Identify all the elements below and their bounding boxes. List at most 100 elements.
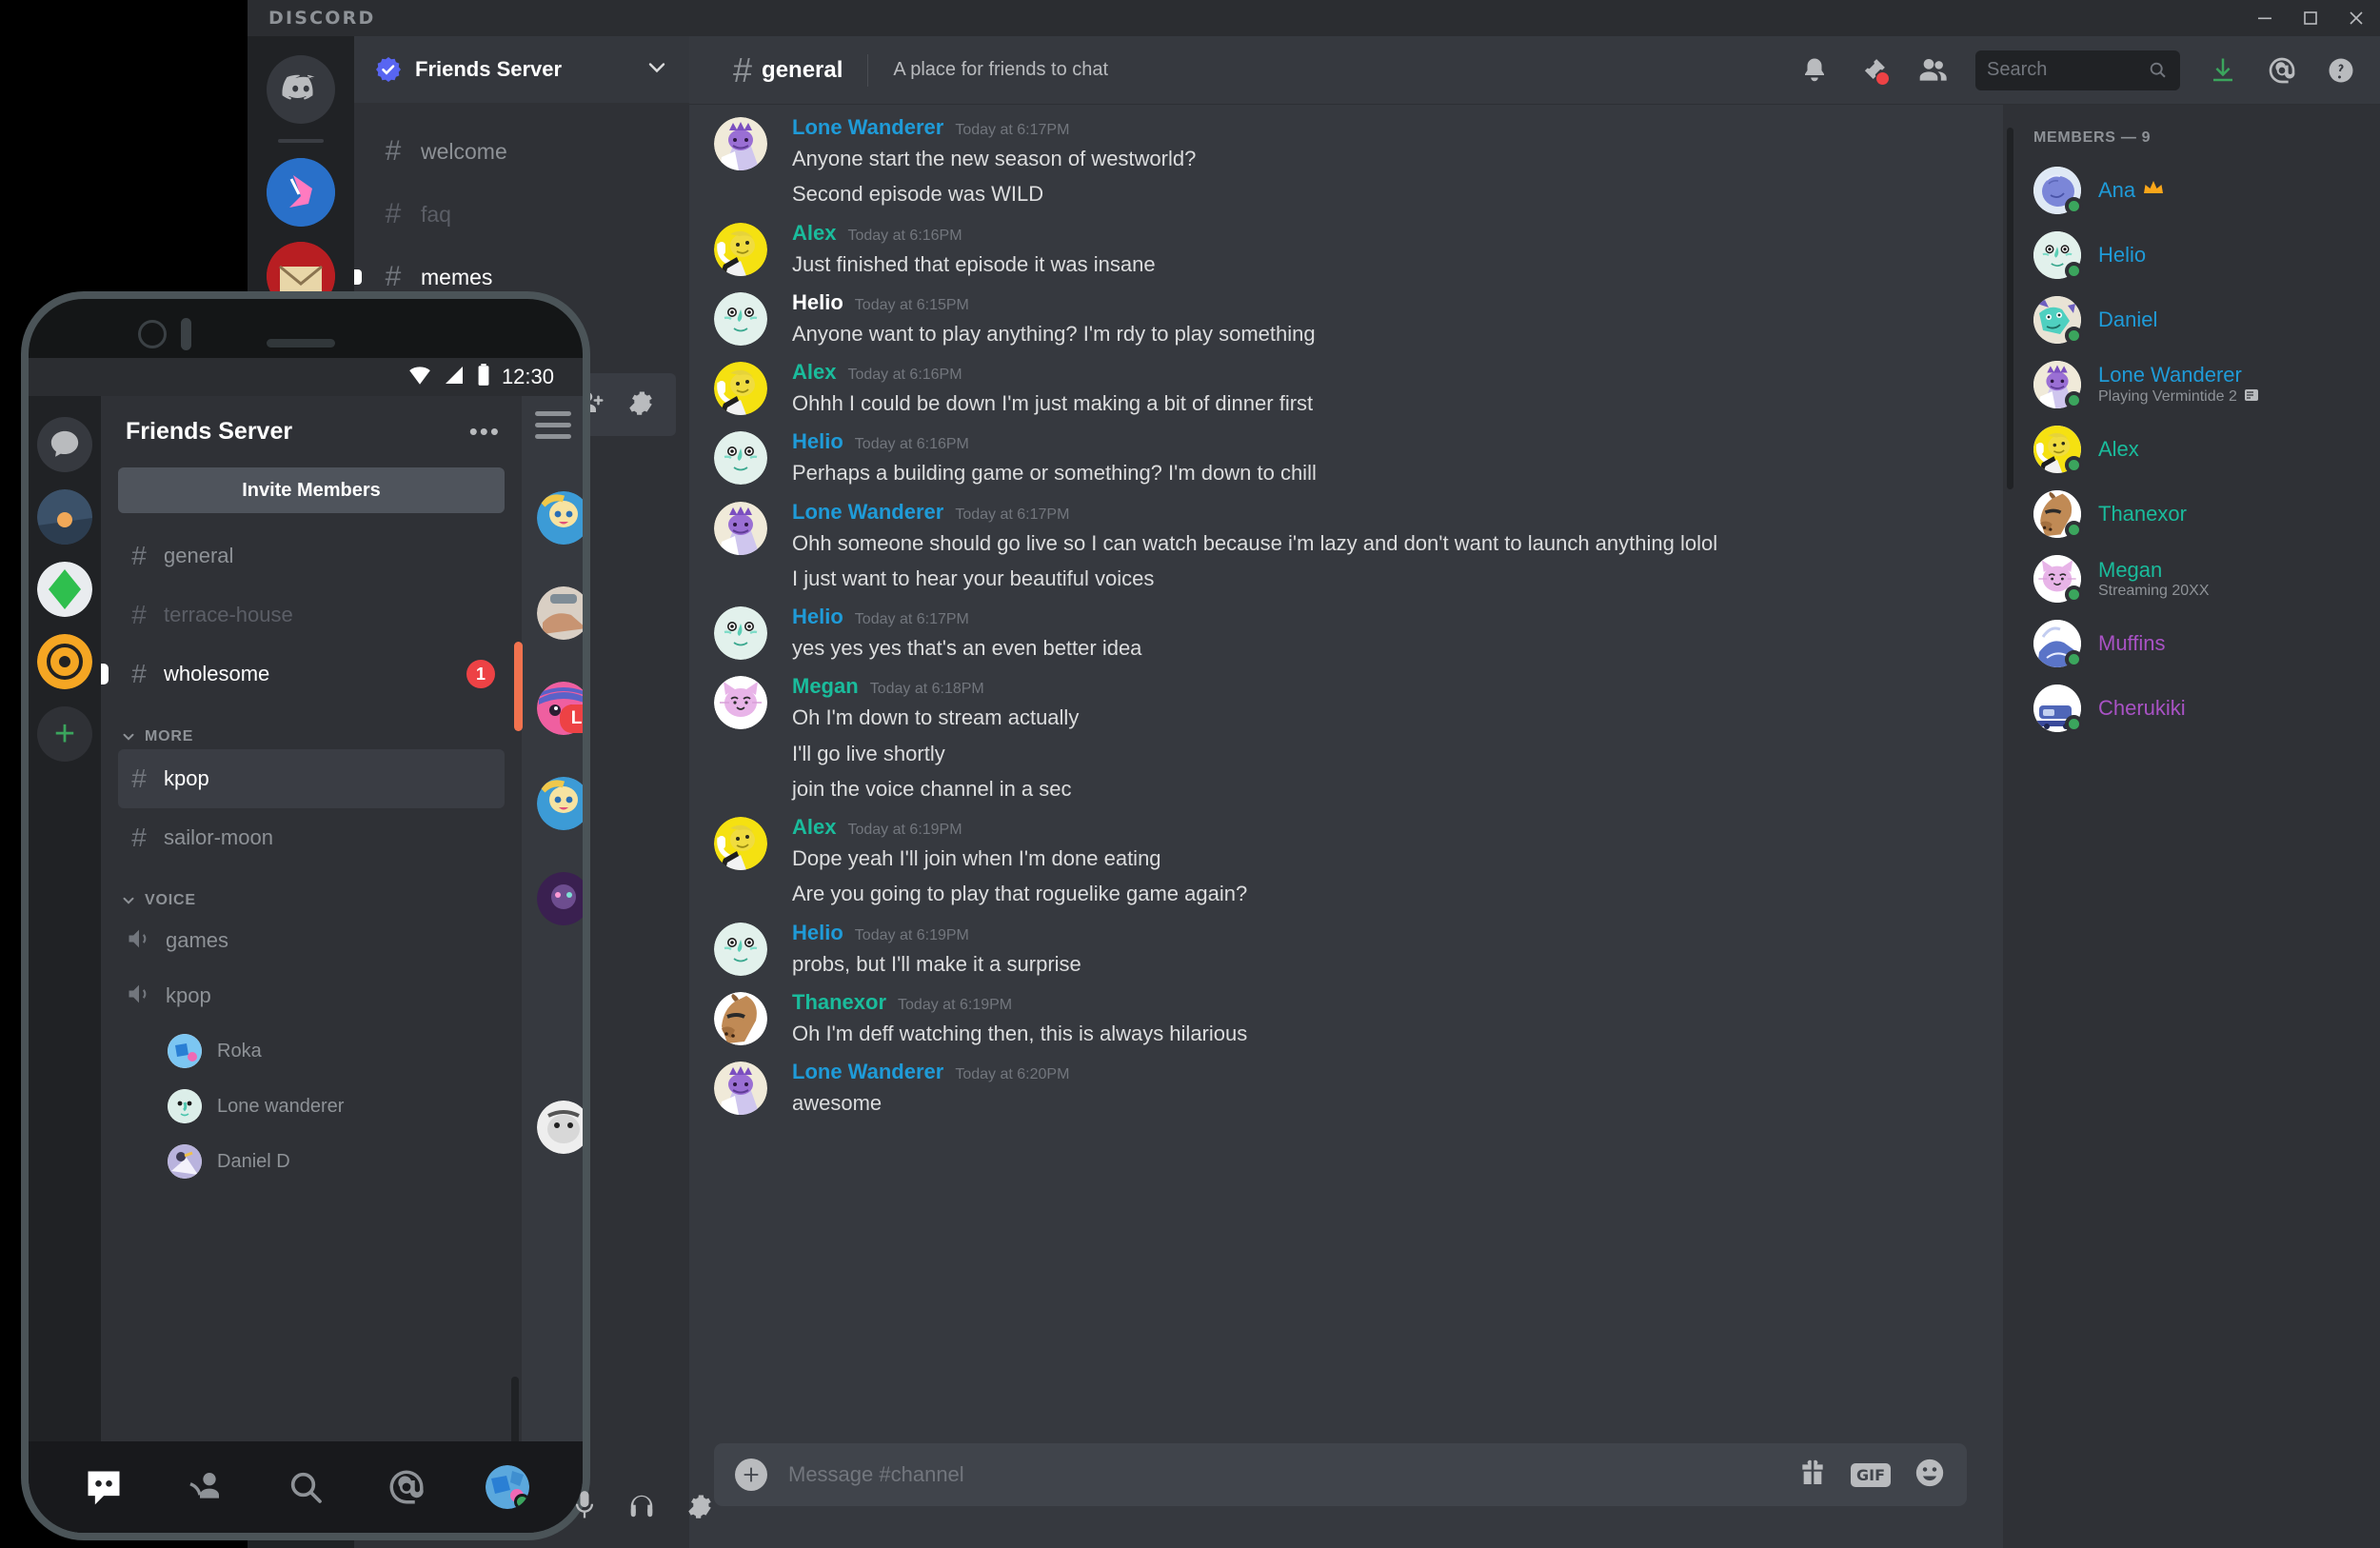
message-author[interactable]: Helio	[792, 291, 843, 313]
voice-member-lone-wanderer[interactable]: Lone wanderer	[118, 1079, 505, 1134]
hash-icon: #	[385, 261, 402, 292]
message-author[interactable]: Alex	[792, 817, 836, 838]
member-text: Muffins	[2098, 631, 2166, 656]
server-rail-item-bunny[interactable]	[267, 158, 335, 227]
avatar[interactable]	[714, 501, 767, 555]
avatar[interactable]	[714, 291, 767, 346]
search-placeholder: Search	[1987, 59, 2048, 80]
message-item: Alex Today at 6:16PM Just finished that ep…	[689, 209, 1934, 279]
member-list-item[interactable]: Daniel	[2003, 288, 2380, 352]
message-author[interactable]: Helio	[792, 606, 843, 627]
nav-item-discord-home[interactable]	[81, 1464, 127, 1510]
hamburger-icon[interactable]	[535, 411, 571, 446]
member-list-item[interactable]: Ana	[2003, 158, 2380, 223]
members-icon[interactable]	[1916, 54, 1949, 87]
avatar[interactable]	[714, 117, 767, 171]
member-list-item[interactable]: Thanexor	[2003, 482, 2380, 546]
member-list-item[interactable]: Lone Wanderer Playing Vermintide 2	[2003, 352, 2380, 417]
headphones-icon[interactable]	[626, 1492, 657, 1525]
speaker-icon	[126, 925, 152, 957]
avatar[interactable]	[714, 431, 767, 486]
mobile-server-menu-button[interactable]: •••	[469, 417, 501, 447]
voice-member-daniel-d[interactable]: Daniel D	[118, 1134, 505, 1189]
message-author[interactable]: Helio	[792, 431, 843, 452]
avatar[interactable]	[714, 922, 767, 976]
member-name-label: Helio	[2098, 243, 2147, 267]
minimize-icon[interactable]	[2256, 10, 2273, 27]
inbox-icon[interactable]	[2207, 54, 2239, 87]
voice-channel-games[interactable]: games	[118, 913, 505, 968]
member-list-item[interactable]: Cherukiki	[2003, 676, 2380, 741]
avatar[interactable]	[714, 222, 767, 276]
gif-button[interactable]: GIF	[1850, 1462, 1891, 1487]
nav-item-mentions[interactable]	[384, 1464, 429, 1510]
member-list-item[interactable]: Helio	[2003, 223, 2380, 288]
message-item: Lone Wanderer Today at 6:17PM Anyone start…	[689, 105, 1934, 209]
plus-icon[interactable]	[735, 1459, 767, 1491]
mobile-rail-item-campfire[interactable]	[37, 489, 92, 545]
mobile-rail-item-dms[interactable]	[37, 417, 92, 472]
avatar[interactable]	[714, 817, 767, 871]
gear-icon[interactable]	[685, 1492, 714, 1525]
mobile-rail-item-sims[interactable]	[37, 562, 92, 617]
message-author[interactable]: Lone Wanderer	[792, 117, 943, 138]
message-body: Helio Today at 6:17PM yes yes yes that's a…	[792, 606, 1934, 663]
nav-item-friends[interactable]	[182, 1464, 228, 1510]
member-name-label: Lone Wanderer	[2098, 362, 2242, 387]
message-author[interactable]: Alex	[792, 222, 836, 244]
message-author[interactable]: Alex	[792, 362, 836, 383]
mobile-channel-list: Friends Server ••• Invite Members # gene…	[101, 396, 522, 1533]
nav-item-user-profile[interactable]	[485, 1464, 530, 1510]
message-author[interactable]: Lone Wanderer	[792, 501, 943, 523]
mobile-chat-peek[interactable]: LIVE	[514, 396, 583, 1533]
message-author[interactable]: Helio	[792, 922, 843, 943]
channel-item-faq[interactable]: # faq	[354, 183, 689, 246]
message-timestamp: Today at 6:19PM	[847, 822, 962, 839]
message-author[interactable]: Megan	[792, 676, 859, 697]
invite-members-button[interactable]: Invite Members	[118, 467, 505, 513]
member-activity: Playing Vermintide 2	[2098, 387, 2259, 407]
avatar[interactable]	[714, 362, 767, 416]
message-author[interactable]: Lone Wanderer	[792, 1061, 943, 1082]
close-icon[interactable]	[2348, 10, 2365, 27]
gear-icon[interactable]	[626, 388, 655, 422]
avatar[interactable]	[714, 676, 767, 730]
voice-channel-kpop[interactable]: kpop	[118, 968, 505, 1023]
microphone-icon[interactable]	[571, 1490, 598, 1527]
message-composer[interactable]: Message #channel GIF	[714, 1443, 1967, 1506]
search-input[interactable]: Search	[1975, 50, 2180, 90]
nav-item-search[interactable]	[283, 1464, 328, 1510]
mention-icon[interactable]	[2266, 54, 2298, 87]
help-icon[interactable]	[2325, 54, 2357, 87]
emoji-icon[interactable]	[1914, 1457, 1946, 1494]
member-name-label: Muffins	[2098, 631, 2166, 655]
mobile-rail-item-orange[interactable]	[37, 634, 92, 689]
mobile-channel-item-terrace-house[interactable]: # terrace-house	[118, 585, 505, 645]
member-list-item[interactable]: Muffins	[2003, 611, 2380, 676]
maximize-icon[interactable]	[2302, 10, 2319, 27]
message-author[interactable]: Thanexor	[792, 991, 886, 1013]
member-list-item[interactable]: Alex	[2003, 417, 2380, 482]
avatar[interactable]	[714, 1061, 767, 1115]
pin-icon[interactable]	[1857, 54, 1890, 87]
member-list-item[interactable]: Megan Streaming 20XX	[2003, 546, 2380, 611]
message-list[interactable]: I'm craving a burritoLone WandererToday …	[689, 105, 1967, 1438]
category-voice[interactable]: VOICE	[120, 892, 505, 909]
server-rail-item-discord-home[interactable]	[267, 55, 335, 124]
add-server-button[interactable]: +	[37, 706, 92, 762]
members-scrollbar[interactable]	[2007, 128, 2013, 489]
voice-member-roka[interactable]: Roka	[118, 1023, 505, 1079]
member-activity-label: Playing Vermintide 2	[2098, 388, 2237, 405]
mobile-channel-item-general[interactable]: # general	[118, 526, 505, 585]
mobile-channel-item-kpop[interactable]: # kpop	[118, 749, 505, 808]
message-meta: Alex Today at 6:16PM	[792, 362, 1934, 383]
server-header-button[interactable]: Friends Server	[354, 36, 689, 103]
avatar[interactable]	[714, 606, 767, 661]
bell-icon[interactable]	[1798, 54, 1831, 87]
mobile-channel-item-sailor-moon[interactable]: # sailor-moon	[118, 808, 505, 867]
channel-item-welcome[interactable]: # welcome	[354, 120, 689, 183]
gift-icon[interactable]	[1797, 1458, 1828, 1493]
avatar[interactable]	[714, 991, 767, 1045]
category-more[interactable]: MORE	[120, 728, 505, 745]
mobile-channel-item-wholesome[interactable]: # wholesome 1	[101, 645, 505, 704]
